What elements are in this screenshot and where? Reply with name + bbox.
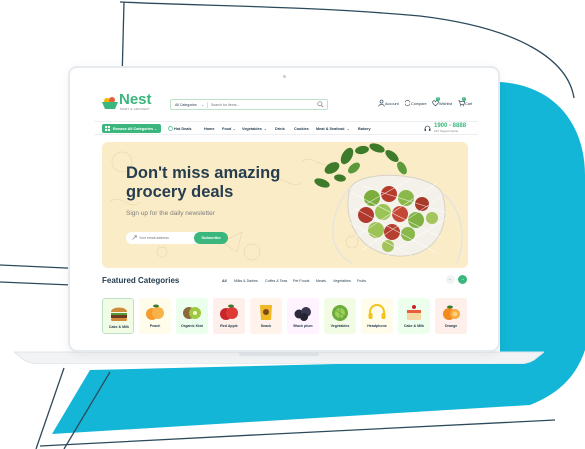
category-name: Orange (444, 324, 458, 328)
plum-icon (294, 307, 311, 321)
headset-icon (424, 125, 431, 131)
laptop-camera (283, 75, 286, 78)
send-icon (132, 235, 137, 240)
main-nav: Browse All Categories ⌄ Hot Deals Home F… (94, 121, 478, 135)
phone-number: 1900 - 8888 (434, 123, 467, 129)
category-name: Snack (260, 324, 272, 328)
peach-icon (146, 304, 164, 320)
flame-icon (168, 126, 173, 131)
search-bar: All Categories ⌄ (170, 99, 328, 110)
nav-item-home[interactable]: Home (204, 127, 215, 131)
cart-count-badge: 2 (462, 97, 466, 101)
category-list: Cake & Milk Peach Organic Kiwi Red Apple… (102, 298, 472, 338)
category-name: Cake & Milk (403, 324, 425, 328)
category-card[interactable]: Headphone (361, 298, 393, 334)
category-name: Organic Kiwi (181, 324, 203, 328)
browse-categories-button[interactable]: Browse All Categories ⌄ (102, 124, 161, 133)
user-icon (378, 99, 385, 107)
category-name: Red Apple (220, 324, 238, 328)
featured-categories-header: Featured Categories All Milks & Dairies … (102, 275, 472, 289)
chevron-down-icon: ⌄ (201, 102, 205, 107)
category-card[interactable]: Vegetables (324, 298, 356, 334)
tab-pet-foods[interactable]: Pet Foods (293, 279, 309, 283)
nav-item-bakery[interactable]: Bakery (358, 127, 371, 131)
account-label: Account (385, 102, 399, 106)
category-card[interactable]: Orange (435, 298, 467, 334)
site-header: Nest MART & GROCERY All Categories ⌄ Acc (94, 90, 478, 114)
category-name: Cake & Milk (108, 325, 130, 329)
featured-title: Featured Categories (102, 276, 180, 285)
laptop-base (14, 351, 544, 364)
category-card[interactable]: Peach (139, 298, 171, 334)
phone-subtitle: 24/7 Support Center (434, 130, 459, 133)
nav-item-food[interactable]: Food (222, 127, 231, 131)
logo-subtitle: MART & GROCERY (120, 107, 150, 111)
tab-milks-dairies[interactable]: Milks & Dairies (234, 279, 258, 283)
orange-icon (443, 305, 460, 320)
logo-basket-icon (102, 97, 118, 109)
category-card[interactable]: Organic Kiwi (176, 298, 208, 334)
fruit-bag-image (314, 143, 463, 264)
tab-coffes-teas[interactable]: Coffes & Teas (265, 279, 287, 283)
grid-icon (105, 126, 110, 131)
tab-all[interactable]: All (222, 279, 227, 283)
headphone-icon (368, 304, 386, 319)
logo[interactable]: Nest MART & GROCERY (102, 91, 152, 113)
category-name: Black plum (293, 324, 313, 328)
kiwi-icon (183, 307, 201, 319)
category-card[interactable]: Cake & Milk (102, 298, 134, 334)
chevron-down-icon: ⌄ (264, 126, 267, 131)
search-category-select[interactable]: All Categories (175, 103, 197, 107)
snack-bag-icon (260, 305, 272, 320)
category-name: Peach (149, 324, 161, 328)
support-phone[interactable]: 1900 - 8888 24/7 Support Center (424, 123, 478, 135)
cake-icon (407, 305, 421, 320)
nav-item-vegetables[interactable]: Vegetables (242, 127, 262, 131)
category-name: Headphone (367, 324, 387, 328)
wishlist-label: Wishlist (439, 102, 453, 106)
wishlist-count-badge: 6 (436, 97, 440, 101)
tab-meats[interactable]: Meats (316, 279, 326, 283)
apple-icon (220, 304, 238, 320)
nav-item-hot-deals[interactable]: Hot Deals (174, 127, 192, 131)
nav-item-cookies[interactable]: Cookies (294, 127, 309, 131)
category-card[interactable]: Red Apple (213, 298, 245, 334)
category-card[interactable]: Black plum (287, 298, 319, 334)
hero-banner: Don't miss amazing grocery deals Sign up… (102, 142, 468, 268)
category-card[interactable]: Cake & Milk (398, 298, 430, 334)
cart-label: Cart (465, 102, 473, 106)
tab-fruits[interactable]: Fruits (357, 279, 366, 283)
laptop-screen: Nest MART & GROCERY All Categories ⌄ Acc (68, 66, 500, 352)
hero-subtitle: Sign up for the daily newsletter (126, 210, 215, 217)
browse-categories-label: Browse All Categories (113, 126, 154, 131)
chevron-down-icon: ⌄ (233, 126, 236, 131)
search-icon[interactable] (317, 101, 324, 108)
carousel-prev-button[interactable]: ← (446, 275, 455, 284)
cabbage-icon (332, 305, 348, 321)
category-name: Vegetables (330, 324, 350, 328)
compare-icon (405, 99, 410, 107)
nav-item-meat-seafood[interactable]: Meat & Seafood (316, 127, 344, 131)
search-input[interactable] (211, 101, 311, 109)
logo-text: Nest (119, 91, 152, 108)
nav-item-drink[interactable]: Drink (275, 127, 285, 131)
newsletter-form: Subscribe (126, 232, 228, 244)
email-input[interactable] (139, 234, 189, 242)
website: Nest MART & GROCERY All Categories ⌄ Acc (94, 90, 478, 338)
chevron-down-icon: ⌄ (347, 126, 350, 131)
compare-label: Compare (411, 102, 427, 106)
chevron-down-icon: ⌄ (154, 127, 158, 131)
search-divider (207, 102, 208, 108)
category-card[interactable]: Snack (250, 298, 282, 334)
tab-vegetables[interactable]: Vegetables (333, 279, 351, 283)
carousel-next-button[interactable]: → (458, 275, 467, 284)
burger-icon (111, 307, 127, 321)
subscribe-button[interactable]: Subscribe (194, 232, 228, 244)
